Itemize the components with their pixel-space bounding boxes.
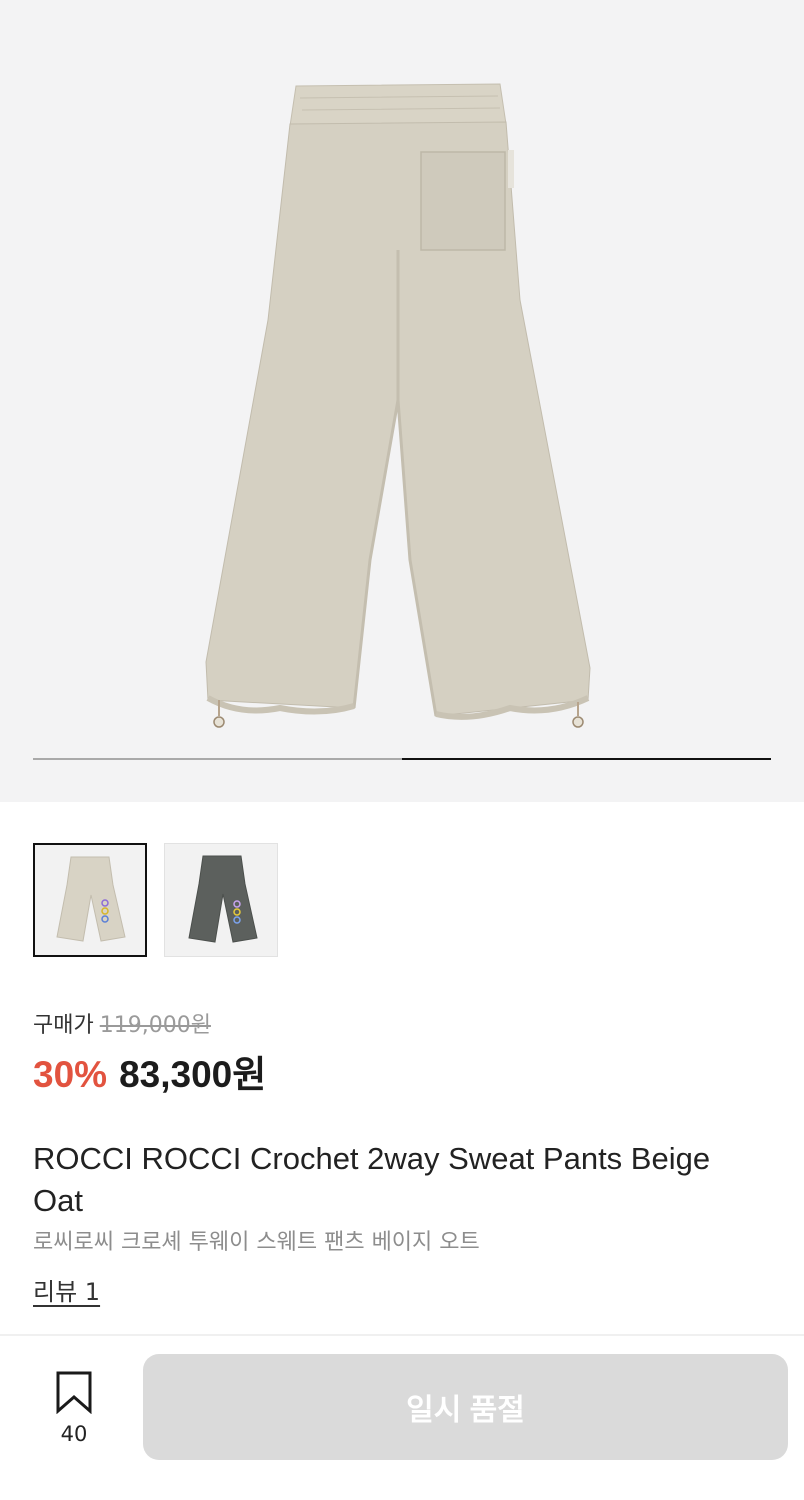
review-link[interactable]: 리뷰 1 [33, 1272, 100, 1307]
bookmark-count: 40 [60, 1422, 88, 1446]
carousel-progress-fill [402, 758, 771, 760]
price-label: 구매가 [33, 1013, 94, 1038]
thumbnail-charcoal[interactable] [164, 843, 278, 957]
carousel-progress-track [33, 758, 771, 760]
product-image-carousel[interactable] [0, 0, 804, 802]
original-price: 119,000원 [99, 1013, 211, 1038]
thumbnail-image [188, 855, 258, 943]
price-label-row: 구매가 119,000원 [33, 1007, 211, 1039]
variant-thumbnails [33, 843, 278, 957]
thumbnail-beige-oat[interactable] [33, 843, 147, 957]
sale-price-row: 30% 83,300원 [33, 1044, 266, 1098]
product-image [205, 83, 591, 728]
product-subtitle: 로씨로씨 크로셰 투웨이 스웨트 팬츠 베이지 오트 [33, 1230, 480, 1255]
bookmark-button[interactable]: 40 [48, 1370, 100, 1450]
discount-rate: 30% [33, 1054, 108, 1095]
purchase-bar: 40 일시 품절 [0, 1334, 804, 1500]
sale-price: 83,300원 [119, 1054, 267, 1095]
product-title: ROCCI ROCCI Crochet 2way Sweat Pants Bei… [33, 1141, 711, 1218]
thumbnail-image [56, 856, 126, 942]
sold-out-button[interactable]: 일시 품절 [143, 1354, 788, 1460]
bookmark-icon [56, 1371, 92, 1415]
